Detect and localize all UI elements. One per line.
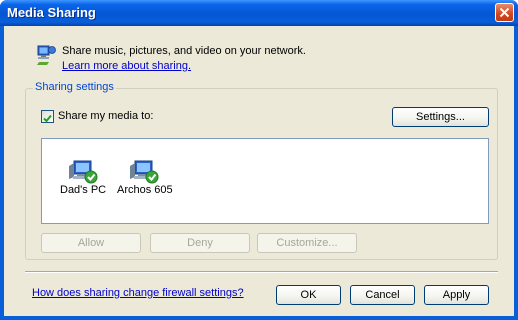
checkmark-icon	[43, 114, 52, 123]
sharing-description: Share music, pictures, and video on your…	[62, 45, 306, 57]
network-computer-icon	[69, 160, 98, 184]
network-computer-icon	[130, 160, 159, 184]
sharing-settings-label: Sharing settings	[33, 81, 116, 93]
cancel-button[interactable]: Cancel	[350, 285, 415, 305]
title-bar[interactable]: Media Sharing	[0, 0, 518, 26]
footer-divider	[25, 271, 498, 273]
customize-button[interactable]: Customize...	[257, 233, 357, 253]
apply-button[interactable]: Apply	[424, 285, 489, 305]
firewall-settings-link[interactable]: How does sharing change firewall setting…	[32, 287, 244, 299]
window-title: Media Sharing	[7, 5, 96, 20]
allow-button[interactable]: Allow	[41, 233, 141, 253]
device-label-archos-605: Archos 605	[117, 184, 173, 196]
close-button[interactable]	[495, 3, 514, 22]
ok-button[interactable]: OK	[276, 285, 341, 305]
share-media-checkbox[interactable]	[41, 110, 54, 123]
device-label-dads-pc: Dad's PC	[60, 184, 107, 196]
deny-button[interactable]: Deny	[150, 233, 250, 253]
close-icon	[499, 7, 510, 18]
learn-more-link[interactable]: Learn more about sharing.	[62, 60, 191, 72]
media-sharing-icon	[37, 45, 56, 65]
settings-button[interactable]: Settings...	[392, 107, 489, 127]
share-media-label: Share my media to:	[58, 110, 154, 122]
